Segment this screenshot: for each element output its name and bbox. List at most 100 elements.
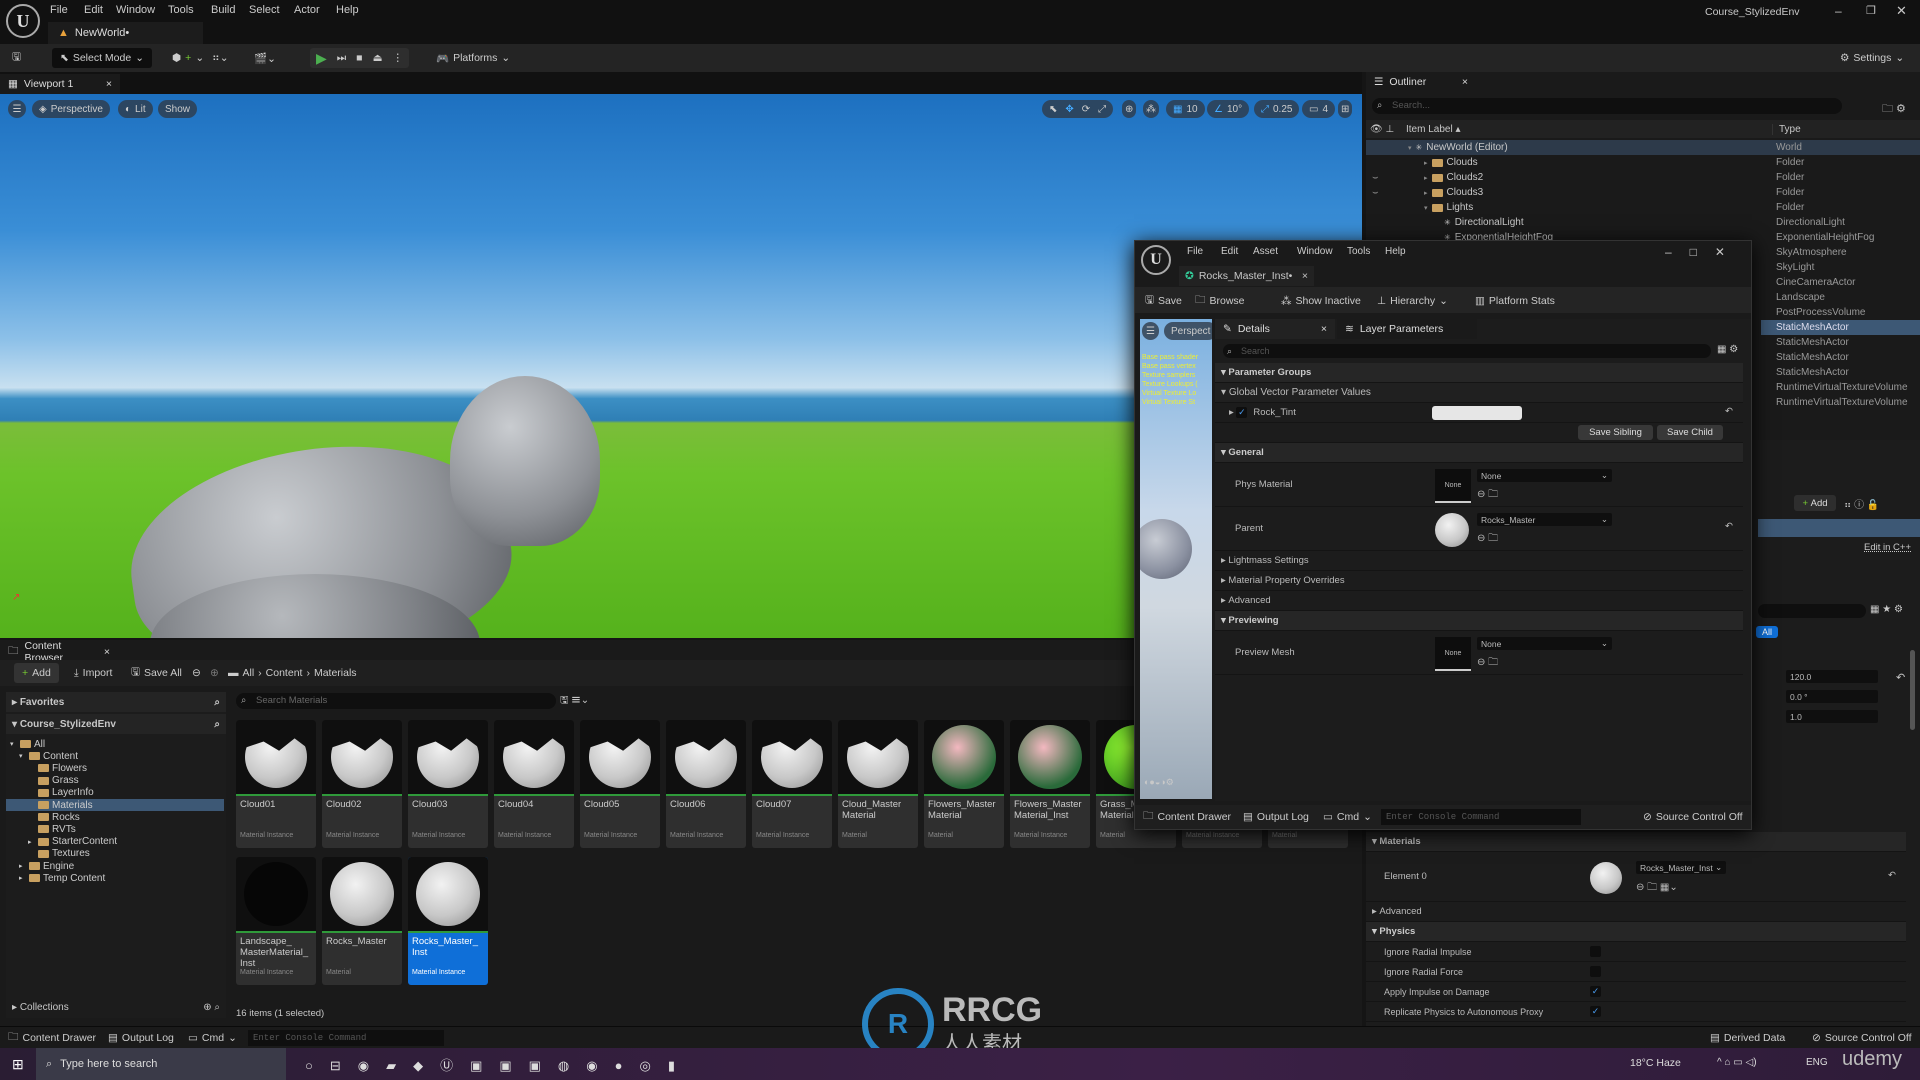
breadcrumb-content[interactable]: Content bbox=[266, 667, 303, 679]
material-thumbnail[interactable] bbox=[1590, 862, 1622, 894]
reset-icon[interactable]: ↶ bbox=[1725, 406, 1733, 417]
content-drawer-button[interactable]: 🗀 Content Drawer bbox=[8, 1028, 96, 1048]
blueprint-icon[interactable]: ⠶ ⓘ 🔓 bbox=[1844, 496, 1879, 511]
outliner-row[interactable]: ⌣ ▸ Clouds3 Folder bbox=[1366, 185, 1920, 200]
physics-checkbox[interactable]: ✓ bbox=[1590, 1006, 1601, 1017]
close-tab-icon[interactable]: × bbox=[1321, 323, 1327, 335]
weather-widget[interactable]: 18°C Haze bbox=[1630, 1057, 1681, 1069]
folder-tree-item[interactable]: Grass bbox=[6, 775, 224, 787]
physics-checkbox[interactable]: ✓ bbox=[1590, 986, 1601, 997]
menu-help[interactable]: Help bbox=[1385, 246, 1406, 257]
add-collection-icon[interactable]: ⊕ ⌕ bbox=[203, 1002, 220, 1013]
outliner-row[interactable]: ▾ Lights Folder bbox=[1366, 200, 1920, 215]
preview-perspective-button[interactable]: Perspect bbox=[1164, 322, 1212, 340]
rock-tint-checkbox[interactable]: ✓ bbox=[1236, 407, 1248, 418]
minimize-button[interactable]: – bbox=[1835, 4, 1842, 18]
global-vector-section[interactable]: ▾ Global Vector Parameter Values bbox=[1215, 383, 1743, 403]
phys-material-thumbnail[interactable]: None bbox=[1435, 469, 1471, 503]
tab-rocks-master-inst[interactable]: ✪ Rocks_Master_Inst• × bbox=[1179, 266, 1314, 286]
import-button[interactable]: ⤓ Import bbox=[74, 663, 112, 683]
edit-in-cpp-link[interactable]: Edit in C++ bbox=[1864, 542, 1911, 553]
save-icon[interactable]: 🖫 bbox=[12, 48, 21, 68]
menu-edit[interactable]: Edit bbox=[84, 4, 103, 16]
item-label-column[interactable]: Item Label ▴ bbox=[1404, 124, 1461, 135]
selected-component-row[interactable] bbox=[1758, 519, 1920, 537]
asset-tile[interactable]: Rocks_Master_ Inst Material Instance bbox=[408, 857, 488, 985]
tab-content-browser[interactable]: 🗀 Content Browser × bbox=[0, 640, 118, 664]
select-tool-icon[interactable]: ⬉ bbox=[1049, 104, 1057, 115]
physics-checkbox[interactable] bbox=[1590, 946, 1601, 957]
add-folder-icon[interactable]: 🗀 ⚙ bbox=[1882, 100, 1906, 119]
tab-viewport-1[interactable]: ▦ Viewport 1 × bbox=[0, 74, 120, 94]
outliner-row[interactable]: ▸ Clouds Folder bbox=[1366, 155, 1920, 170]
asset-tile[interactable]: Cloud_Master Material Material bbox=[838, 720, 918, 848]
menu-actor[interactable]: Actor bbox=[294, 4, 320, 16]
rock-mesh-selected[interactable] bbox=[450, 376, 600, 546]
surface-snap-icon[interactable]: ⁂ bbox=[1143, 100, 1159, 118]
folder-tree-item[interactable]: ▾ Content bbox=[6, 750, 224, 762]
preview-menu-button[interactable]: ☰ bbox=[1142, 322, 1159, 340]
scale-tool-icon[interactable]: ⤢ bbox=[1098, 104, 1106, 115]
scrollbar[interactable] bbox=[1910, 650, 1915, 730]
content-drawer-button[interactable]: 🗀 Content Drawer bbox=[1143, 807, 1231, 827]
preview-mesh-dropdown[interactable]: None ⌄ bbox=[1477, 637, 1612, 650]
tab-layer-parameters[interactable]: ≋ Layer Parameters bbox=[1337, 319, 1477, 339]
tray-icons[interactable]: ^ ⌂ ▭ ◁) bbox=[1717, 1057, 1757, 1068]
use-browse-icons[interactable]: ⊖ 🗀 bbox=[1477, 487, 1498, 504]
folder-tree-item[interactable]: Rocks bbox=[6, 811, 224, 823]
cmd-button[interactable]: ▭ Cmd ⌄ bbox=[1323, 807, 1372, 827]
breadcrumb-all[interactable]: All bbox=[243, 667, 255, 679]
asset-tile[interactable]: Cloud05 Material Instance bbox=[580, 720, 660, 848]
preview-mesh-thumbnail[interactable]: None bbox=[1435, 637, 1471, 671]
search-icon[interactable]: ⌕ bbox=[214, 719, 220, 730]
step-icon[interactable]: ⏭ bbox=[337, 52, 346, 65]
parameter-groups-section[interactable]: ▾ Parameter Groups bbox=[1215, 363, 1743, 383]
add-actor-button[interactable]: ⬢ + ⌄ bbox=[172, 48, 204, 68]
restore-button[interactable]: ❐ bbox=[1866, 4, 1876, 17]
outliner-row[interactable]: ⌣ ▸ Clouds2 Folder bbox=[1366, 170, 1920, 185]
asset-tile[interactable]: Cloud04 Material Instance bbox=[494, 720, 574, 848]
output-log-button[interactable]: ▤ Output Log bbox=[1243, 807, 1309, 827]
close-tab-icon[interactable]: × bbox=[1462, 76, 1468, 88]
settings-button[interactable]: ⚙ Settings ⌄ bbox=[1840, 48, 1904, 68]
asset-tile[interactable]: Cloud01 Material Instance bbox=[236, 720, 316, 848]
parent-dropdown[interactable]: Rocks_Master ⌄ bbox=[1477, 513, 1612, 526]
menu-file[interactable]: File bbox=[50, 4, 68, 16]
grid-snap-button[interactable]: ▦ 10 bbox=[1166, 100, 1205, 118]
rock-tint-color-swatch[interactable] bbox=[1432, 406, 1522, 420]
taskbar-app-icons[interactable]: ○⊟◉▰◆Ⓤ▣▣▣◍◉●◎▮ bbox=[305, 1055, 692, 1074]
add-component-button[interactable]: + Add bbox=[1794, 495, 1836, 511]
folder-tree-item[interactable]: ▾ All bbox=[6, 738, 224, 750]
menu-tools[interactable]: Tools bbox=[168, 4, 194, 16]
menu-tools[interactable]: Tools bbox=[1347, 246, 1370, 257]
phys-material-dropdown[interactable]: None ⌄ bbox=[1477, 469, 1612, 482]
details-options-icon[interactable]: ▦ ⚙ bbox=[1717, 344, 1738, 355]
hierarchy-button[interactable]: ⊥ Hierarchy ⌄ bbox=[1377, 291, 1448, 311]
console-input[interactable]: Enter Console Command bbox=[248, 1030, 444, 1046]
collections-section[interactable]: ▸ Collections ⊕ ⌕ bbox=[6, 998, 226, 1016]
lit-button[interactable]: ◐ Lit bbox=[118, 100, 153, 118]
asset-tile[interactable]: Cloud07 Material Instance bbox=[752, 720, 832, 848]
close-tab-icon[interactable]: × bbox=[104, 646, 110, 658]
folder-tree-item[interactable]: Textures bbox=[6, 848, 224, 860]
value-field[interactable]: 1.0 bbox=[1786, 710, 1878, 723]
reset-icon[interactable]: ↶ bbox=[1888, 870, 1896, 881]
material-preview-viewport[interactable]: ☰ Perspect Base pass shader Base pass ver… bbox=[1140, 319, 1212, 799]
cinematics-button[interactable]: 🎬⌄ bbox=[254, 48, 276, 68]
material-dropdown[interactable]: Rocks_Master_Inst ⌄ bbox=[1636, 861, 1726, 874]
general-section[interactable]: ▾ General bbox=[1215, 443, 1743, 463]
advanced-section[interactable]: ▸ Advanced bbox=[1366, 902, 1906, 922]
asset-tile[interactable]: Flowers_Master Material_Inst Material Ins… bbox=[1010, 720, 1090, 848]
language-indicator[interactable]: ENG bbox=[1806, 1057, 1828, 1068]
source-control-button[interactable]: ⊘ Source Control Off bbox=[1812, 1028, 1912, 1048]
use-browse-icons[interactable]: ⊖ 🗀 bbox=[1477, 655, 1498, 672]
overrides-section[interactable]: ▸ Material Property Overrides bbox=[1215, 571, 1743, 591]
show-inactive-button[interactable]: ⁂ Show Inactive bbox=[1281, 291, 1361, 311]
console-input[interactable]: Enter Console Command bbox=[1381, 809, 1581, 825]
outliner-row[interactable]: ▾ ✳ NewWorld (Editor) World bbox=[1366, 140, 1920, 155]
stop-icon[interactable]: ■ bbox=[356, 52, 362, 64]
select-mode-button[interactable]: ⬉ Select Mode ⌄ bbox=[52, 48, 152, 68]
outliner-row[interactable]: ✳ DirectionalLight DirectionalLight bbox=[1366, 215, 1920, 230]
parent-thumbnail[interactable] bbox=[1435, 513, 1469, 547]
rotate-tool-icon[interactable]: ⟳ bbox=[1082, 104, 1090, 115]
